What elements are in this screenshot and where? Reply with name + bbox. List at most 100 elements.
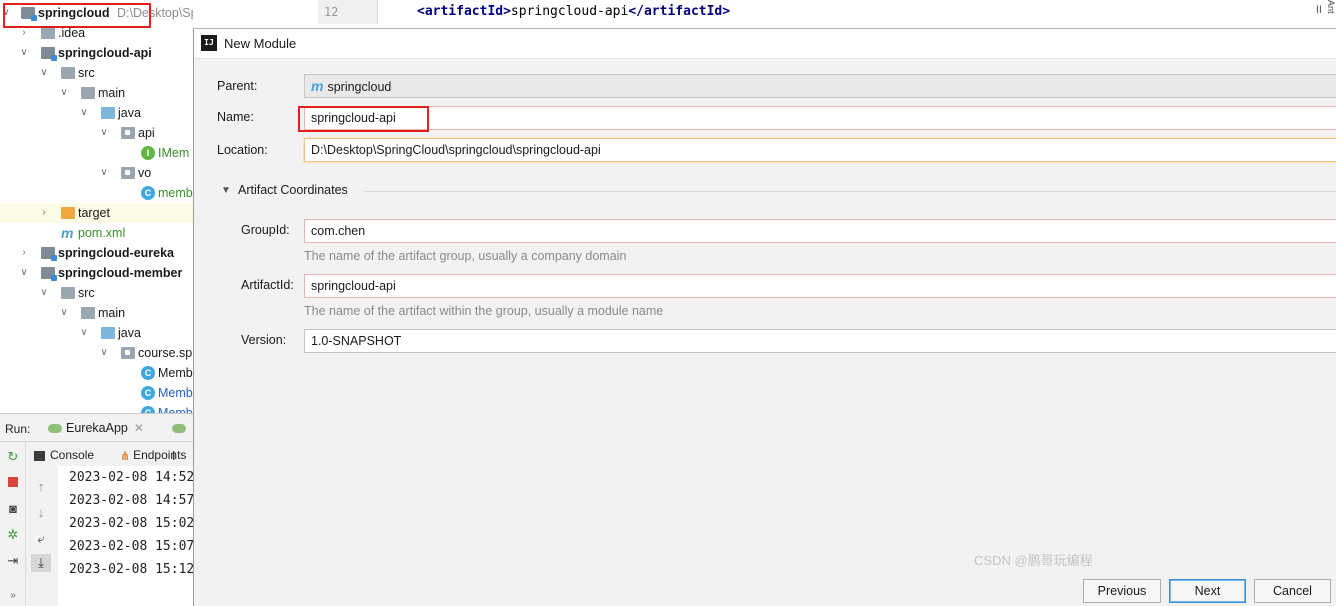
cancel-button[interactable]: Cancel [1254, 579, 1331, 603]
name-label: Name: [217, 110, 254, 124]
tree-item-course-package[interactable]: ∨ course.sp [0, 343, 193, 363]
chevron-down-icon[interactable]: ∨ [18, 43, 30, 63]
exit-icon[interactable]: ⇥ [4, 552, 22, 570]
chevron-right-icon[interactable]: › [18, 243, 30, 263]
tree-item-imem[interactable]: I IMem [0, 143, 193, 163]
tab-console[interactable]: Console [34, 444, 94, 466]
tree-item-pom[interactable]: m pom.xml [0, 223, 193, 243]
artifactid-input[interactable]: springcloud-api [304, 274, 1336, 298]
tree-item-label: src [78, 286, 95, 300]
tree-item-springcloud-api[interactable]: ∨ springcloud-api [0, 43, 193, 63]
tree-item-springcloud-eureka[interactable]: › springcloud-eureka [0, 243, 193, 263]
tree-item-src[interactable]: ∨ src [0, 63, 193, 83]
class-icon: C [141, 406, 155, 413]
tree-item-label: main [98, 306, 126, 320]
run-panel: Run: EurekaApp ✕ I ↻ ◙ ✲ ⇥ » Console ⋔ End… [0, 413, 193, 606]
parent-value: springcloud [327, 80, 392, 94]
groupid-input[interactable]: com.chen [304, 219, 1336, 243]
chevron-down-icon[interactable]: ∨ [98, 163, 110, 183]
code-line[interactable]: <artifactId>springcloud-api</artifactId> [417, 0, 730, 24]
soft-wrap-icon[interactable]: ⤶ [31, 530, 51, 548]
tab-endpoints-label: Endpoints [133, 448, 187, 462]
tree-item-api[interactable]: ∨ api [0, 123, 193, 143]
tree-item-target[interactable]: › target [0, 203, 193, 223]
artifact-coordinates-title[interactable]: Artifact Coordinates [238, 183, 348, 197]
package-icon [121, 347, 135, 359]
chevron-down-icon[interactable]: ∨ [98, 343, 110, 363]
camera-icon[interactable]: ◙ [4, 500, 22, 518]
maven-icon: m [61, 225, 74, 241]
ant-side-tab[interactable]: Ant [1326, 0, 1336, 24]
chevron-down-icon[interactable]: ∨ [98, 123, 110, 143]
tree-item-java-2[interactable]: ∨ java [0, 323, 193, 343]
folder-icon [81, 87, 95, 99]
stop-icon[interactable] [4, 474, 22, 492]
class-icon: C [141, 366, 155, 380]
line-number: 12 [318, 0, 378, 24]
name-input[interactable]: springcloud-api [304, 106, 1336, 130]
arrow-up-icon[interactable]: ↑ [31, 478, 51, 496]
arrow-down-icon[interactable]: ↓ [31, 504, 51, 522]
tree-item-label: src [78, 66, 95, 80]
tree-item-main-2[interactable]: ∨ main [0, 303, 193, 323]
tab-console-label: Console [50, 448, 95, 462]
tree-item-label: IMem [158, 146, 190, 160]
chevron-down-icon[interactable]: ∨ [38, 63, 50, 83]
next-button[interactable]: Next [1169, 579, 1246, 603]
tree-item-memb[interactable]: C memb [0, 183, 193, 203]
console-icon [34, 450, 45, 461]
parent-label: Parent: [217, 79, 258, 93]
tree-item-label: Memb [158, 406, 193, 413]
tree-item-label: vo [138, 166, 152, 180]
console-output[interactable]: 2023-02-08 14:52 2023-02-08 14:57 2023-0… [58, 466, 193, 606]
previous-button[interactable]: Previous [1083, 579, 1161, 603]
tree-item-label: Memb [158, 366, 193, 380]
tree-item-springcloud-member[interactable]: ∨ springcloud-member [0, 263, 193, 283]
debug-icon[interactable]: ✲ [4, 526, 22, 544]
more-icon[interactable]: » [4, 587, 22, 605]
parent-field[interactable]: m springcloud [304, 74, 1336, 98]
chevron-down-icon[interactable]: ∨ [58, 303, 70, 323]
spring-boot-icon [172, 424, 186, 434]
tree-item-src-2[interactable]: ∨ src [0, 283, 193, 303]
pause-icon[interactable]: II [1316, 4, 1322, 16]
folder-icon [61, 287, 75, 299]
chevron-down-icon[interactable]: ∨ [18, 263, 30, 283]
tree-item-main[interactable]: ∨ main [0, 83, 193, 103]
package-icon [121, 127, 135, 139]
tab-endpoints[interactable]: ⋔ Endpoints [120, 444, 186, 466]
tree-item-member-class-1[interactable]: C Memb [0, 363, 193, 383]
tree-item-label: java [118, 106, 141, 120]
log-line: 2023-02-08 14:57 [69, 493, 193, 508]
scroll-to-end-icon[interactable]: ⤓ [31, 554, 51, 572]
folder-icon [61, 67, 75, 79]
rerun-icon[interactable]: ↻ [4, 448, 22, 466]
chevron-right-icon[interactable]: › [38, 203, 50, 223]
tree-item-label: java [118, 326, 141, 340]
dialog-titlebar[interactable]: IJ New Module [194, 29, 1336, 59]
chevron-down-icon[interactable]: ∨ [78, 323, 90, 343]
endpoints-icon: ⋔ [120, 448, 131, 463]
log-line: 2023-02-08 15:12 [69, 562, 193, 577]
location-input[interactable]: D:\Desktop\SpringCloud\springcloud\sprin… [304, 138, 1336, 162]
chevron-down-icon[interactable]: ∨ [58, 83, 70, 103]
editor[interactable]: 12 <artifactId>springcloud-api</artifact… [318, 0, 1336, 24]
run-tab-second[interactable]: I [172, 414, 193, 463]
version-label: Version: [241, 333, 287, 347]
tree-item-member-class-2[interactable]: C Memb [0, 383, 193, 403]
console-toolbar: ↑ ↓ ⤶ ⤓ [28, 470, 54, 606]
chevron-down-icon[interactable]: ∨ [38, 283, 50, 303]
module-folder-icon [41, 47, 57, 61]
tree-item-vo[interactable]: ∨ vo [0, 163, 193, 183]
run-tab-eurekaapp[interactable]: EurekaApp ✕ [48, 414, 144, 442]
tree-item-member-class-3[interactable]: C Memb [0, 403, 193, 413]
chevron-down-icon[interactable]: ▼ [221, 185, 231, 196]
tree-item-java[interactable]: ∨ java [0, 103, 193, 123]
folder-icon [41, 27, 55, 39]
version-input[interactable]: 1.0-SNAPSHOT [304, 329, 1336, 353]
excluded-folder-icon [61, 207, 75, 219]
tree-item-label: api [138, 126, 155, 140]
close-icon[interactable]: ✕ [134, 421, 144, 435]
chevron-down-icon[interactable]: ∨ [78, 103, 90, 123]
highlight-box [298, 106, 429, 132]
